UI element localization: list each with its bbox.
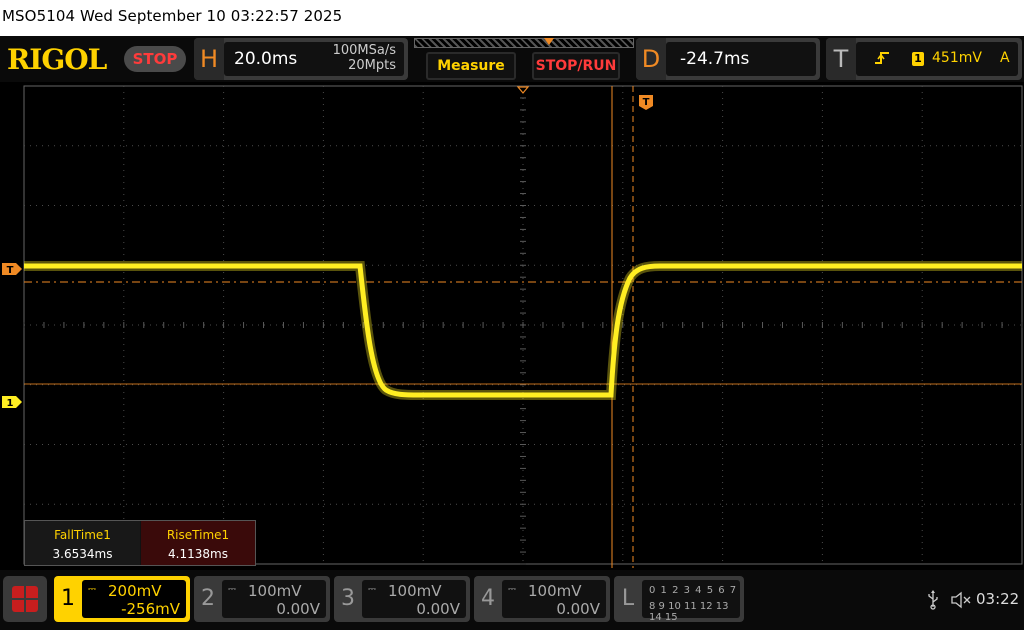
channel-offset: 0.00V	[556, 600, 600, 618]
trigger-values: 1 451mV A	[856, 42, 1018, 76]
delay-values: -24.7ms	[666, 42, 816, 76]
delay-panel[interactable]: D -24.7ms	[636, 38, 820, 80]
trigger-mode: A	[1000, 50, 1010, 66]
graticule	[23, 85, 1023, 565]
dc-coupling-icon: ⎓	[508, 584, 516, 595]
channel-scale: 100mV	[388, 582, 442, 600]
channel-offset: 0.00V	[416, 600, 460, 618]
channel1-trace	[24, 263, 1022, 398]
trigger-source-badge: 1	[912, 52, 924, 66]
measure-button[interactable]: Measure	[426, 52, 516, 80]
channel-values: ⎓ 100mV 0.00V	[362, 580, 466, 618]
channel-scale: 100mV	[528, 582, 582, 600]
cursor-marker-label: T	[643, 97, 650, 108]
trigger-position-marker-top	[516, 86, 530, 94]
dc-coupling-icon: ⎓	[88, 584, 96, 595]
channel1-marker-label: 1	[7, 398, 14, 409]
measurement-panel[interactable]: FallTime1 3.6534ms RiseTime1 4.1138ms	[24, 520, 256, 566]
horizontal-panel[interactable]: H 20.0ms 100MSa/s 20Mpts	[194, 38, 408, 80]
trigger-level-marker-label: T	[7, 265, 14, 276]
logic-analyzer-panel[interactable]: L 0 1 2 3 4 5 6 7 8 9 10 11 12 13 14 15	[614, 576, 744, 623]
timebase-value: 20.0ms	[234, 49, 298, 69]
header-bar: RIGOL STOP H 20.0ms 100MSa/s 20Mpts Meas…	[0, 36, 1024, 82]
dc-coupling-icon: ⎓	[228, 584, 236, 595]
acquisition-info: 100MSa/s 20Mpts	[333, 43, 396, 73]
trigger-level: 451mV	[932, 50, 982, 66]
logic-letter: L	[621, 586, 635, 611]
measurement-cell-rise-time[interactable]: RiseTime1 4.1138ms	[141, 521, 255, 565]
run-state-badge[interactable]: STOP	[124, 46, 186, 72]
stop-run-button[interactable]: STOP/RUN	[532, 52, 620, 80]
measurement-value: 3.6534ms	[52, 547, 113, 561]
channel-2-panel[interactable]: 2 ⎓ 100mV 0.00V	[194, 576, 330, 622]
sample-rate: 100MSa/s	[332, 43, 396, 58]
bottom-bar: 1 ⎓ 200mV -256mV 2 ⎓ 100mV 0.00V 3 ⎓ 100…	[0, 570, 1024, 630]
horizontal-values: 20.0ms 100MSa/s 20Mpts	[224, 42, 404, 76]
logic-row-1: 0 1 2 3 4 5 6 7	[649, 585, 738, 596]
channel-scale: 200mV	[108, 582, 162, 600]
measurement-cell-fall-time[interactable]: FallTime1 3.6534ms	[25, 521, 140, 565]
clock-time: 03:22	[976, 590, 1020, 608]
channel-offset: 0.00V	[276, 600, 320, 618]
channel-scale: 100mV	[248, 582, 302, 600]
channel-offset: -256mV	[121, 600, 180, 618]
menu-grid-icon	[12, 586, 38, 612]
dc-coupling-icon: ⎓	[368, 584, 376, 595]
measurement-label: FallTime1	[54, 528, 111, 542]
cursor-marker[interactable]: T	[639, 95, 653, 110]
channel-1-panel[interactable]: 1 ⎓ 200mV -256mV	[54, 576, 190, 622]
channel1-trace-glow	[24, 261, 1022, 400]
channel-values: ⎓ 100mV 0.00V	[222, 580, 326, 618]
measurement-value: 4.1138ms	[168, 547, 228, 561]
channel-number: 4	[481, 586, 495, 611]
rising-edge-icon	[875, 52, 889, 64]
channel-values: ⎓ 200mV -256mV	[82, 580, 186, 618]
measurement-label: RiseTime1	[166, 528, 230, 542]
logic-channels: 0 1 2 3 4 5 6 7 8 9 10 11 12 13 14 15	[642, 580, 740, 623]
trigger-position-marker	[544, 38, 554, 45]
memory-position-bar[interactable]	[414, 38, 634, 48]
channel-4-panel[interactable]: 4 ⎓ 100mV 0.00V	[474, 576, 610, 622]
delay-value: -24.7ms	[680, 49, 750, 69]
speaker-muted-icon[interactable]	[950, 590, 972, 610]
title-bar: MSO5104 Wed September 10 03:22:57 2025	[0, 0, 1024, 36]
trigger-letter: T	[826, 38, 856, 80]
trigger-panel[interactable]: T 1 451mV A	[826, 38, 1022, 80]
main-menu-button[interactable]	[3, 576, 47, 622]
delay-letter: D	[636, 38, 666, 80]
rigol-logo: RIGOL	[7, 43, 107, 76]
channel-values: ⎓ 100mV 0.00V	[502, 580, 606, 618]
usb-icon	[928, 590, 938, 610]
waveform-display[interactable]: T T 1	[0, 82, 1024, 570]
channel-number: 3	[341, 586, 355, 611]
channel1-offset-marker[interactable]: 1	[2, 396, 22, 409]
logic-row-2: 8 9 10 11 12 13 14 15	[649, 601, 729, 623]
trigger-level-marker[interactable]: T	[2, 263, 22, 276]
memory-depth: 20Mpts	[348, 58, 396, 73]
horizontal-letter: H	[194, 38, 224, 80]
title-text: MSO5104 Wed September 10 03:22:57 2025	[2, 7, 343, 25]
channel-number: 2	[201, 586, 215, 611]
channel-number: 1	[61, 586, 75, 611]
channel-3-panel[interactable]: 3 ⎓ 100mV 0.00V	[334, 576, 470, 622]
